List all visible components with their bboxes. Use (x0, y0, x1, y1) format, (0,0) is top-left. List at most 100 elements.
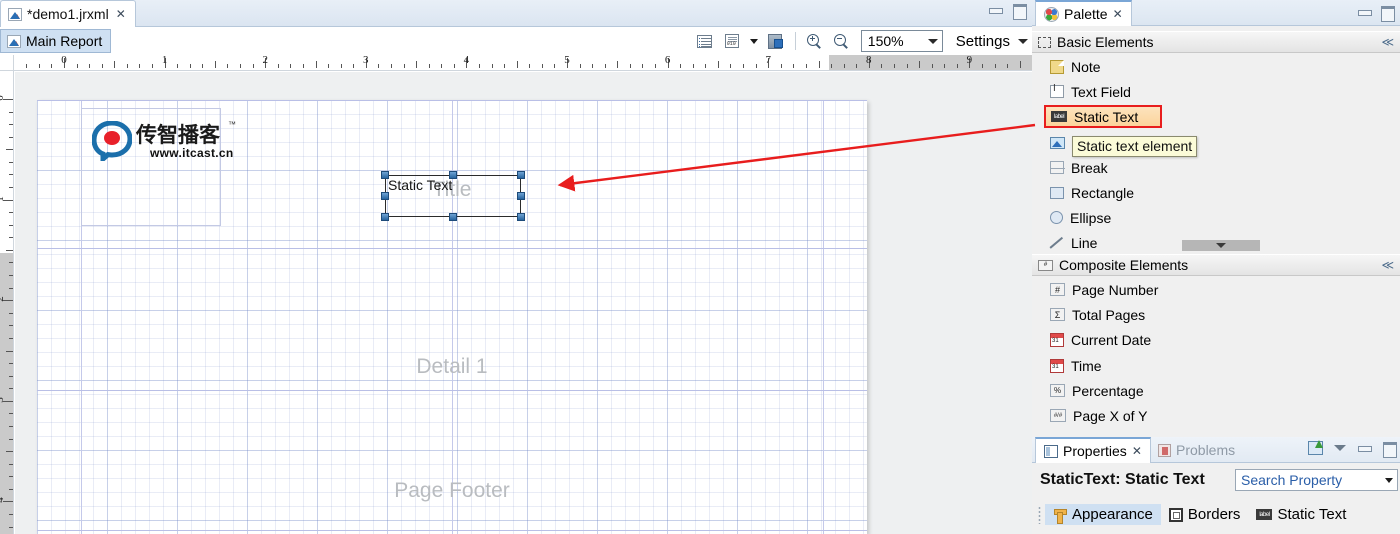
bands-button[interactable] (693, 29, 717, 53)
ruler-number: 2 (0, 296, 6, 302)
tab-problems[interactable]: Problems (1150, 437, 1243, 463)
view-menu-icon[interactable] (1334, 445, 1346, 451)
close-icon[interactable]: ✕ (116, 7, 126, 21)
palette-item-time[interactable]: Time (1032, 353, 1400, 378)
jasper-report-designer: *demo1.jrxml ✕ Main Report 010 150% Sett… (0, 0, 1400, 534)
double-arrow-icon[interactable]: ≪ (1381, 258, 1393, 272)
maximize-icon[interactable] (1382, 441, 1397, 458)
maximize-icon[interactable] (1380, 5, 1395, 22)
selected-static-text-element[interactable]: Static Text (381, 171, 525, 221)
palette-item-page-number[interactable]: # Page Number (1032, 277, 1400, 302)
zoom-in-button[interactable] (803, 29, 827, 53)
palette-item-page-x-of-y[interactable]: #/# Page X of Y (1032, 403, 1400, 428)
palette-item-break[interactable]: Break (1032, 155, 1400, 180)
palette-item-text-field[interactable]: Text Field (1032, 79, 1400, 104)
minimize-icon[interactable] (1357, 441, 1372, 455)
ruler-tick (315, 61, 317, 68)
report-page[interactable]: Title Detail 1 Page Footer 传智播客 ™ www.it… (37, 100, 867, 534)
resize-handle-n[interactable] (449, 171, 457, 179)
resize-handle-s[interactable] (449, 213, 457, 221)
ruler-tick (9, 174, 13, 176)
vertical-ruler[interactable]: 0 1 2 3 4 (0, 71, 14, 534)
ruler-tick (428, 64, 430, 68)
ruler-number: 0 (61, 55, 67, 66)
band-separator-top[interactable] (37, 100, 867, 101)
resize-handle-nw[interactable] (381, 171, 389, 179)
close-icon[interactable]: ✕ (1113, 7, 1123, 21)
ruler-tick (9, 526, 13, 528)
ruler-number: 0 (0, 95, 6, 101)
tab-main-report[interactable]: Main Report (0, 29, 112, 53)
band-separator-footer[interactable] (37, 530, 867, 531)
resize-handle-ne[interactable] (517, 171, 525, 179)
settings-menu[interactable]: Settings (956, 33, 1028, 50)
resize-handle-w[interactable] (381, 192, 389, 200)
palette-scroll-down[interactable] (1182, 240, 1260, 251)
ruler-shade (828, 55, 1032, 70)
zoom-out-button[interactable] (830, 29, 854, 53)
palette-item-label: Page Number (1072, 281, 1159, 298)
properties-icon (1044, 444, 1058, 458)
palette-item-current-date[interactable]: Current Date (1032, 327, 1400, 352)
preview-button[interactable] (764, 29, 788, 53)
zoom-level-select[interactable]: 150% (860, 30, 943, 52)
section-basic-elements[interactable]: Basic Elements ≪ (1032, 31, 1400, 53)
maximize-icon[interactable] (1012, 3, 1027, 20)
palette-tooltip: Static text element (1072, 136, 1198, 157)
close-icon[interactable]: ✕ (1132, 444, 1142, 458)
band-separator-title[interactable] (37, 248, 867, 249)
band-separator-detail[interactable] (37, 390, 867, 391)
ruler-tick (491, 64, 493, 68)
ruler-tick (579, 64, 581, 68)
palette-item-static-text[interactable]: label Static Text (1044, 105, 1162, 128)
ruler-tick (592, 64, 594, 68)
dataset-dropdown[interactable] (747, 29, 761, 53)
palette-item-ellipse[interactable]: Ellipse (1032, 205, 1400, 230)
ruler-tick (9, 275, 13, 277)
editor-tab-demo1[interactable]: *demo1.jrxml ✕ (0, 0, 136, 27)
calendar-icon (1050, 332, 1064, 347)
chevron-down-icon[interactable] (1385, 477, 1393, 483)
palette-item-rectangle[interactable]: Rectangle (1032, 180, 1400, 205)
subtab-appearance[interactable]: Appearance (1045, 504, 1161, 525)
subtab-borders[interactable]: Borders (1161, 504, 1249, 525)
search-property-input[interactable]: Search Property (1235, 469, 1398, 491)
palette-item-total-pages[interactable]: Σ Total Pages (1032, 302, 1400, 327)
logo-image-element[interactable]: 传智播客 ™ www.itcast.cn (81, 108, 236, 226)
resize-handle-e[interactable] (517, 192, 525, 200)
ruler-tick (554, 64, 556, 68)
band-label-detail: Detail 1 (416, 355, 488, 378)
ruler-tick (6, 451, 13, 453)
subtab-static-text[interactable]: label Static Text (1248, 504, 1354, 525)
ruler-tick (453, 64, 455, 68)
ruler-tick (680, 64, 682, 68)
ruler-tick (227, 64, 229, 68)
borders-icon (1168, 507, 1183, 522)
ruler-tick (9, 513, 13, 515)
main-report-label: Main Report (26, 33, 103, 49)
resize-handle-se[interactable] (517, 213, 525, 221)
tab-properties[interactable]: Properties ✕ (1035, 437, 1151, 463)
palette-item-label: Ellipse (1070, 209, 1112, 226)
section-composite-elements[interactable]: # Composite Elements ≪ (1032, 254, 1400, 276)
minimize-icon[interactable] (988, 3, 1003, 17)
toolbar-grip[interactable] (1038, 505, 1041, 524)
palette-item-note[interactable]: Note (1032, 54, 1400, 79)
palette-window-buttons (1357, 5, 1395, 22)
resize-handle-sw[interactable] (381, 213, 389, 221)
new-view-icon[interactable] (1308, 440, 1323, 455)
design-canvas[interactable]: Title Detail 1 Page Footer 传智播客 ™ www.it… (15, 72, 1032, 534)
palette-item-percentage[interactable]: % Percentage (1032, 378, 1400, 403)
properties-window-buttons (1308, 440, 1397, 458)
ruler-tick (177, 64, 179, 68)
ruler-corner (0, 55, 14, 71)
ruler-tick (302, 64, 304, 68)
double-arrow-icon[interactable]: ≪ (1381, 35, 1393, 49)
report-icon (7, 34, 21, 48)
ruler-number: 7 (765, 55, 771, 66)
horizontal-ruler[interactable]: 0 1 2 3 4 5 6 7 8 9 (14, 55, 1032, 71)
tab-palette[interactable]: Palette ✕ (1035, 0, 1132, 26)
minimize-icon[interactable] (1357, 5, 1372, 19)
dataset-button[interactable] (720, 29, 744, 53)
ellipse-icon (1050, 211, 1063, 224)
